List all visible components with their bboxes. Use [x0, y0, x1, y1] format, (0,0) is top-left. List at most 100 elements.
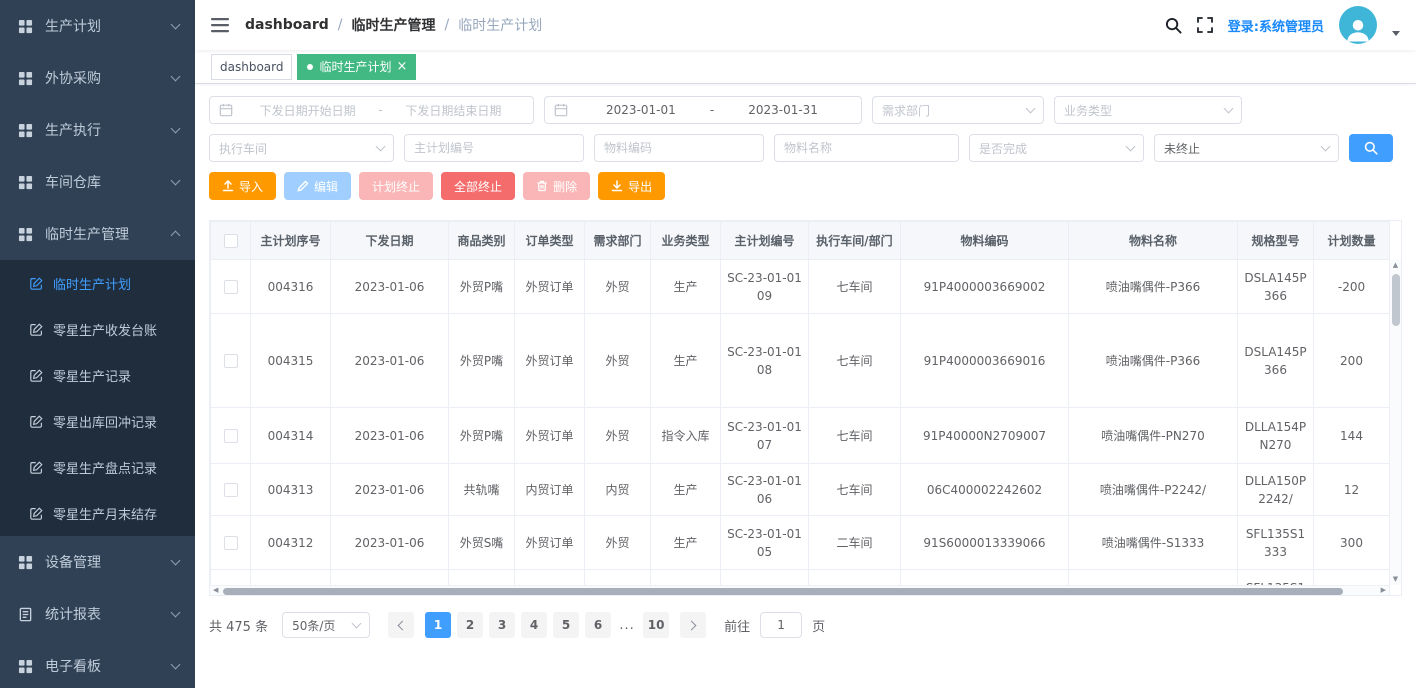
breadcrumb-item[interactable]: dashboard: [245, 17, 329, 33]
sidebar-subitem[interactable]: 零星生产记录: [0, 352, 195, 398]
table-cell: SC-23-01-0108: [721, 314, 809, 408]
column-header[interactable]: 需求部门: [585, 222, 651, 260]
column-header[interactable]: 商品类别: [449, 222, 515, 260]
column-header[interactable]: 主计划序号: [251, 222, 331, 260]
plan-terminate-button[interactable]: 计划终止: [359, 172, 433, 200]
sidebar-item[interactable]: 车间仓库: [0, 156, 195, 208]
row-checkbox[interactable]: [224, 483, 238, 497]
table-cell: SC-23-01-0109: [721, 260, 809, 314]
tab-item[interactable]: dashboard: [211, 54, 292, 80]
sidebar-item[interactable]: 生产执行: [0, 104, 195, 156]
edit-button[interactable]: 编辑: [284, 172, 351, 200]
row-checkbox[interactable]: [224, 429, 238, 443]
page-number-button[interactable]: 5: [553, 612, 579, 638]
login-user-label[interactable]: 登录:系统管理员: [1228, 16, 1324, 35]
column-header[interactable]: 主计划编号: [721, 222, 809, 260]
material-name-input-field[interactable]: [784, 141, 949, 155]
tab-item[interactable]: 临时生产计划×: [297, 54, 416, 80]
plan-no-input[interactable]: [404, 134, 584, 162]
demand-dept-select[interactable]: 需求部门: [872, 96, 1044, 124]
column-header[interactable]: 物料编码: [901, 222, 1069, 260]
workshop-select[interactable]: 执行车间: [209, 134, 394, 162]
page-number-button[interactable]: 6: [585, 612, 611, 638]
column-header[interactable]: 业务类型: [651, 222, 721, 260]
sidebar-subitem[interactable]: 临时生产计划: [0, 260, 195, 306]
horizontal-scroll-thumb[interactable]: [223, 588, 1343, 595]
scroll-right-arrow[interactable]: ▶: [1381, 587, 1386, 594]
sidebar-subitem[interactable]: 零星生产盘点记录: [0, 444, 195, 490]
scroll-down-arrow[interactable]: ▼: [1393, 576, 1398, 583]
business-type-select[interactable]: 业务类型: [1054, 96, 1242, 124]
terminate-all-button[interactable]: 全部终止: [441, 172, 515, 200]
page-size-select[interactable]: 50条/页: [282, 612, 370, 638]
column-header[interactable]: 物料名称: [1069, 222, 1238, 260]
plan-no-input-field[interactable]: [414, 141, 574, 155]
table-row[interactable]: 0043142023-01-06外贸P嘴外贸订单外贸指令入库SC-23-01-0…: [211, 408, 1390, 464]
page-number-button[interactable]: 1: [425, 612, 451, 638]
sidebar-subitem[interactable]: 零星出库回冲记录: [0, 398, 195, 444]
import-button[interactable]: 导入: [209, 172, 276, 200]
scroll-left-arrow[interactable]: ◀: [213, 587, 218, 594]
close-icon[interactable]: ×: [397, 60, 408, 73]
table-cell: 喷油嘴偶件-S1333: [1069, 516, 1238, 570]
material-code-input-field[interactable]: [604, 141, 754, 155]
page-ellipsis[interactable]: ...: [616, 618, 638, 633]
page-number-button[interactable]: 10: [643, 612, 669, 638]
column-header[interactable]: 下发日期: [331, 222, 449, 260]
delete-button[interactable]: 删除: [523, 172, 590, 200]
select-all-checkbox[interactable]: [224, 234, 238, 248]
vertical-scrollbar[interactable]: ▲ ▼: [1389, 260, 1401, 585]
material-name-input[interactable]: [774, 134, 959, 162]
next-page-button[interactable]: [680, 612, 706, 638]
avatar[interactable]: [1339, 6, 1377, 44]
column-header[interactable]: 订单类型: [515, 222, 585, 260]
vertical-scroll-thumb[interactable]: [1392, 274, 1400, 326]
table-cell: 喷油嘴偶件-P2242/: [1069, 464, 1238, 516]
horizontal-scrollbar[interactable]: ◀ ▶: [210, 585, 1389, 595]
sidebar-subitem[interactable]: 零星生产收发台账: [0, 306, 195, 352]
page-number-button[interactable]: 3: [489, 612, 515, 638]
table-row[interactable]: 0043162023-01-06外贸P嘴外贸订单外贸生产SC-23-01-010…: [211, 260, 1390, 314]
export-button[interactable]: 导出: [598, 172, 665, 200]
search-icon[interactable]: [1165, 17, 1182, 34]
column-header[interactable]: 执行车间/部门: [809, 222, 901, 260]
goto-page-input[interactable]: [760, 612, 802, 638]
scroll-up-arrow[interactable]: ▲: [1393, 262, 1398, 269]
sidebar-item[interactable]: 统计报表: [0, 588, 195, 640]
prev-page-button[interactable]: [388, 612, 414, 638]
fullscreen-icon[interactable]: [1197, 17, 1213, 33]
button-label: 导出: [628, 178, 652, 195]
hamburger-icon[interactable]: [211, 17, 229, 33]
row-checkbox[interactable]: [224, 280, 238, 294]
page-number-button[interactable]: 4: [521, 612, 547, 638]
table-row[interactable]: 0043132023-01-06共轨嘴内贸订单内贸生产SC-23-01-0106…: [211, 464, 1390, 516]
chevron-left-icon: [398, 620, 408, 630]
sidebar-subitem[interactable]: 零星生产月末结存: [0, 490, 195, 536]
table-cell: 2023-01-06: [331, 516, 449, 570]
table-cell: 004314: [251, 408, 331, 464]
table-cell: 300: [1314, 516, 1390, 570]
is-finished-select[interactable]: 是否完成: [969, 134, 1144, 162]
sidebar-item[interactable]: 电子看板: [0, 640, 195, 688]
column-header[interactable]: 计划数量: [1314, 222, 1390, 260]
table-row[interactable]: 0043152023-01-06外贸P嘴外贸订单外贸生产SC-23-01-010…: [211, 314, 1390, 408]
table-cell: 喷油嘴偶件-P366: [1069, 260, 1238, 314]
column-header[interactable]: 规格型号: [1238, 222, 1314, 260]
issue-date-range-picker[interactable]: 下发日期开始日期 - 下发日期结束日期: [209, 96, 534, 124]
chevron-down-icon: [376, 142, 386, 152]
grid-icon: [18, 555, 33, 570]
page-number-button[interactable]: 2: [457, 612, 483, 638]
row-checkbox[interactable]: [224, 354, 238, 368]
caret-down-icon[interactable]: [1392, 31, 1400, 36]
table-row[interactable]: 0043122023-01-06外贸S嘴外贸订单外贸生产SC-23-01-010…: [211, 516, 1390, 570]
breadcrumb-item[interactable]: 临时生产管理: [352, 15, 436, 35]
terminate-status-select[interactable]: 未终止: [1154, 134, 1339, 162]
date-range-picker[interactable]: 2023-01-01 - 2023-01-31: [544, 96, 862, 124]
sidebar-item[interactable]: 临时生产管理: [0, 208, 195, 260]
material-code-input[interactable]: [594, 134, 764, 162]
sidebar-item[interactable]: 生产计划: [0, 0, 195, 52]
search-button[interactable]: [1349, 134, 1393, 162]
row-checkbox[interactable]: [224, 536, 238, 550]
sidebar-item[interactable]: 外协采购: [0, 52, 195, 104]
sidebar-item[interactable]: 设备管理: [0, 536, 195, 588]
